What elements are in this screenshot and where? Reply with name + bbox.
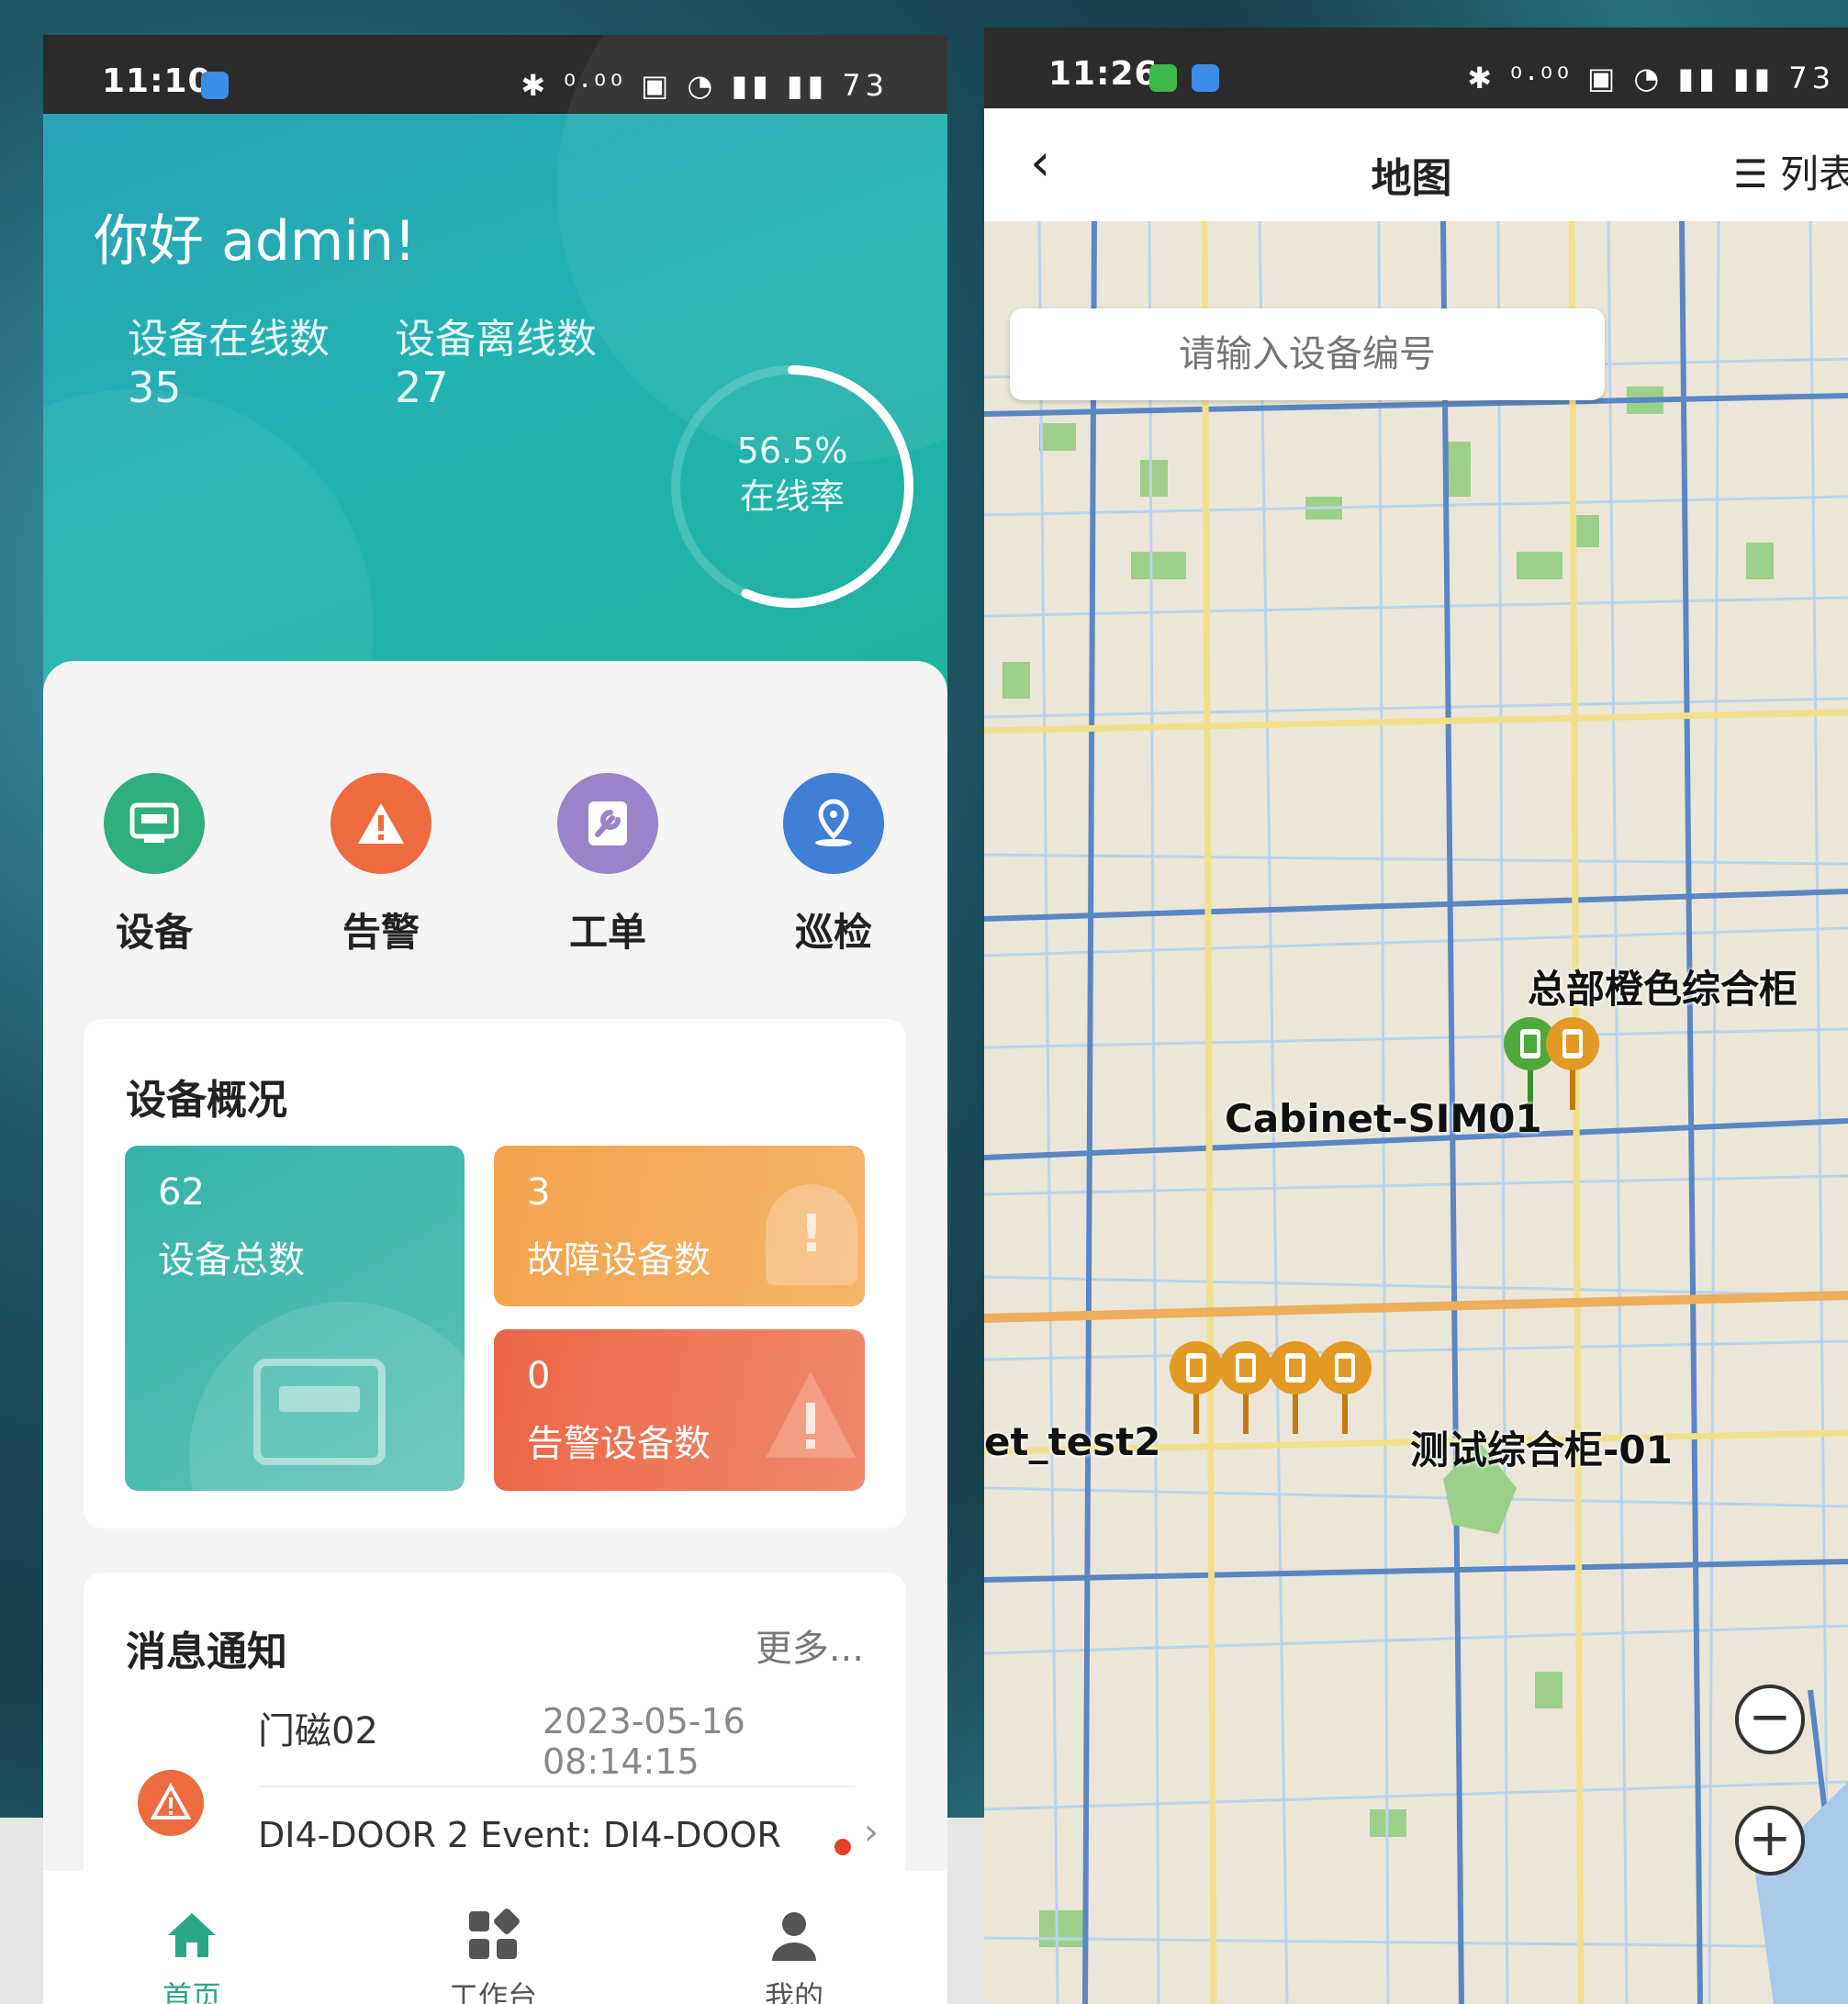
total-devices-tile[interactable]: 62 设备总数 — [125, 1146, 465, 1491]
zoom-out-button[interactable]: − — [1735, 1685, 1805, 1754]
marker-label: et_test2 — [984, 1419, 1161, 1464]
status-bar: 11:26 ✱ ⁰·⁰⁰ ▣ ◔ ▮▮ ▮▮ 73 — [984, 28, 1848, 108]
quick-action-label: 工单 — [568, 910, 646, 955]
message-app-icon — [1149, 64, 1177, 92]
nav-home[interactable]: 首页 — [100, 1908, 284, 2004]
overview-title: 设备概况 — [126, 1077, 287, 1124]
online-rate-value: 56.5% — [736, 431, 848, 471]
monitor-icon — [253, 1359, 386, 1465]
home-screen: 11:10 ✱ ⁰·⁰⁰ ▣ ◔ ▮▮ ▮▮ 73 你好 admin! 设备在线… — [43, 35, 947, 2004]
nav-workbench[interactable]: 工作台 — [401, 1908, 585, 2004]
app-notification-icon — [201, 72, 229, 99]
location-pin-icon — [783, 773, 884, 874]
chevron-right-icon[interactable]: › — [864, 1811, 879, 1853]
nav-profile[interactable]: 我的 — [702, 1908, 886, 2004]
quick-action-label: 告警 — [342, 910, 420, 955]
total-devices-label: 设备总数 — [158, 1239, 305, 1282]
marker-label: 总部橙色综合柜 — [1528, 967, 1798, 1012]
message-name[interactable]: 门磁02 — [258, 1701, 378, 1754]
greeting: 你好 admin! — [94, 209, 417, 274]
more-link[interactable]: 更多... — [756, 1618, 864, 1672]
fault-devices-value: 3 — [527, 1171, 551, 1214]
content-card: 设备 告警 工单 巡检 设备概况 62 设备总数 3 故障设备数 ! 0 告警设… — [43, 661, 947, 1958]
online-count-value: 35 — [128, 363, 182, 412]
device-overview-panel: 设备概况 62 设备总数 3 故障设备数 ! 0 告警设备数 — [84, 1019, 906, 1528]
quick-action-patrol[interactable]: 巡检 — [783, 773, 884, 955]
quick-action-label: 设备 — [115, 910, 193, 955]
quick-action-device[interactable]: 设备 — [104, 773, 205, 955]
quick-action-workorder[interactable]: 工单 — [557, 773, 658, 955]
offline-count-value: 27 — [395, 363, 449, 412]
home-icon — [168, 1913, 216, 1957]
online-rate-text: 56.5% 在线率 — [664, 428, 921, 520]
device-search-input[interactable] — [1010, 308, 1605, 400]
wrench-icon — [557, 773, 658, 874]
alarm-devices-value: 0 — [527, 1355, 551, 1397]
unread-dot — [834, 1839, 851, 1855]
message-time: 2023-05-16 08:14:15 — [543, 1701, 745, 1782]
nav-label: 首页 — [162, 1979, 221, 2004]
quick-action-warning[interactable]: 告警 — [330, 773, 431, 955]
list-button[interactable]: ☰ 列表 — [1733, 143, 1848, 199]
map-marker[interactable] — [1313, 1337, 1377, 1438]
map-screen: 11:26 ✱ ⁰·⁰⁰ ▣ ◔ ▮▮ ▮▮ 73 ‹ 地图 ☰ 列表 请输入设… — [984, 28, 1848, 2004]
bottom-nav: 首页 工作台 我的 — [43, 1871, 947, 2004]
warning-icon — [330, 773, 431, 874]
map-view[interactable]: 总部橙色综合柜 Cabinet-SIM01 et_test2 测试综合柜-01 … — [984, 221, 1848, 2004]
page-title: 地图 — [1371, 155, 1452, 202]
marker-label: 测试综合柜-01 — [1410, 1427, 1673, 1472]
fault-devices-label: 故障设备数 — [527, 1239, 711, 1282]
alert-icon: ! — [766, 1184, 857, 1285]
map-marker[interactable] — [1540, 1013, 1605, 1114]
app-notification-icon — [1192, 64, 1219, 92]
marker-label: Cabinet-SIM01 — [1225, 1096, 1542, 1141]
alarm-devices-label: 告警设备数 — [527, 1423, 711, 1465]
workbench-icon — [469, 1909, 520, 1959]
offline-count-label: 设备离线数 — [395, 316, 597, 363]
fault-devices-tile[interactable]: 3 故障设备数 ! — [494, 1146, 865, 1306]
warning-icon — [766, 1371, 856, 1458]
total-devices-value: 62 — [158, 1171, 205, 1214]
nav-label: 工作台 — [448, 1979, 537, 2004]
nav-label: 我的 — [764, 1979, 823, 2004]
quick-action-label: 巡检 — [794, 910, 872, 955]
online-count-label: 设备在线数 — [128, 316, 330, 363]
profile-icon — [772, 1912, 816, 1961]
message-divider — [258, 1786, 855, 1787]
message-title: 消息通知 — [126, 1629, 287, 1675]
online-rate-label: 在线率 — [739, 476, 845, 517]
message-warning-icon — [138, 1770, 204, 1836]
status-icons: ✱ ⁰·⁰⁰ ▣ ◔ ▮▮ ▮▮ 73 — [1467, 61, 1835, 95]
message-detail[interactable]: DI4-DOOR 2 Event: DI4-DOOR — [258, 1815, 781, 1855]
alarm-devices-tile[interactable]: 0 告警设备数 — [494, 1329, 865, 1491]
zoom-in-button[interactable]: + — [1735, 1806, 1805, 1875]
device-icon — [104, 773, 205, 874]
map-header: ‹ 地图 ☰ 列表 — [984, 108, 1848, 221]
status-time: 11:10 — [102, 62, 212, 100]
status-time: 11:26 — [1048, 55, 1159, 93]
